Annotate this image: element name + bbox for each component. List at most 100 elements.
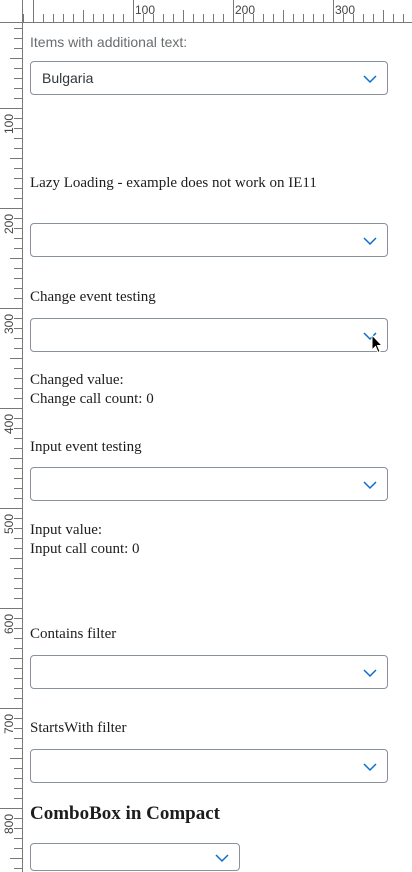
- ruler-tick: [14, 48, 22, 49]
- change-event-label: Change event testing: [30, 289, 156, 305]
- ruler-tick: [14, 748, 22, 749]
- ruler-label: 700: [2, 713, 16, 734]
- ruler-label: 100: [2, 113, 16, 134]
- ruler-tick: [403, 14, 404, 22]
- ruler-tick: [14, 98, 22, 99]
- ruler-label: 600: [2, 613, 16, 634]
- ruler-tick: [103, 14, 104, 22]
- ruler-tick: [213, 14, 214, 22]
- ruler-tick: [14, 288, 22, 289]
- mouse-pointer-icon: [371, 334, 383, 354]
- ruler-tick: [14, 378, 22, 379]
- ruler-tick: [133, 0, 134, 22]
- ruler-tick: [263, 14, 264, 22]
- ruler-tick: [14, 298, 22, 299]
- ruler-tick: [10, 458, 22, 459]
- ruler-tick: [14, 238, 22, 239]
- ruler-label: 500: [2, 513, 16, 534]
- chevron-down-icon[interactable]: [363, 666, 377, 680]
- change-event-combobox[interactable]: [30, 318, 388, 352]
- input-call-count: Input call count: 0: [30, 541, 140, 557]
- ruler-tick: [373, 14, 374, 22]
- ruler-top: 100 200 300: [0, 0, 412, 23]
- ruler-tick: [10, 658, 22, 659]
- chevron-down-icon[interactable]: [363, 760, 377, 774]
- ruler-tick: [363, 14, 364, 22]
- ruler-tick: [333, 0, 334, 22]
- ruler-tick: [14, 588, 22, 589]
- ruler-tick: [53, 14, 54, 22]
- ruler-label: 800: [2, 813, 16, 834]
- additional-text-combobox[interactable]: Bulgaria: [30, 61, 388, 95]
- ruler-tick: [193, 14, 194, 22]
- ruler-tick: [123, 14, 124, 22]
- ruler-tick: [14, 688, 22, 689]
- chevron-down-icon[interactable]: [363, 234, 377, 248]
- ruler-tick: [0, 708, 22, 709]
- ruler-tick: [14, 568, 22, 569]
- ruler-tick: [14, 468, 22, 469]
- ruler-tick: [233, 0, 234, 22]
- ruler-tick: [73, 14, 74, 22]
- ruler-tick: [393, 14, 394, 22]
- input-event-combobox[interactable]: [30, 467, 388, 501]
- ruler-tick: [0, 808, 22, 809]
- ruler-tick: [14, 368, 22, 369]
- ruler-tick: [63, 14, 64, 22]
- ruler-tick: [14, 78, 22, 79]
- ruler-tick: [14, 148, 22, 149]
- ruler-tick: [14, 648, 22, 649]
- ruler-tick: [0, 408, 22, 409]
- chevron-down-icon[interactable]: [363, 72, 377, 86]
- ruler-tick: [313, 14, 314, 22]
- ruler-tick: [14, 678, 22, 679]
- ruler-tick: [0, 108, 22, 109]
- ruler-tick: [14, 438, 22, 439]
- ruler-tick: [14, 448, 22, 449]
- ruler-tick: [14, 278, 22, 279]
- ruler-tick: [10, 858, 22, 859]
- ruler-tick: [14, 248, 22, 249]
- ruler-tick: [14, 838, 22, 839]
- contains-filter-combobox[interactable]: [30, 655, 388, 689]
- ruler-tick: [14, 88, 22, 89]
- ruler-tick: [14, 698, 22, 699]
- ruler-tick: [23, 14, 24, 22]
- ruler-tick: [10, 258, 22, 259]
- ruler-tick: [163, 14, 164, 22]
- ruler-tick: [14, 778, 22, 779]
- ruler-tick: [14, 738, 22, 739]
- ruler-tick: [14, 338, 22, 339]
- ruler-tick: [83, 10, 84, 22]
- compact-combobox[interactable]: [30, 843, 240, 871]
- chevron-down-icon[interactable]: [363, 478, 377, 492]
- ruler-tick: [14, 198, 22, 199]
- ruler-tick: [10, 358, 22, 359]
- change-call-count: Change call count: 0: [30, 391, 154, 407]
- lazy-loading-combobox[interactable]: [30, 223, 388, 257]
- ruler-tick: [14, 168, 22, 169]
- ruler-tick: [43, 14, 44, 22]
- ruler-tick: [14, 138, 22, 139]
- ruler-tick: [10, 758, 22, 759]
- ruler-tick: [14, 638, 22, 639]
- chevron-down-icon[interactable]: [215, 851, 229, 865]
- ruler-tick: [203, 14, 204, 22]
- ruler-tick: [14, 768, 22, 769]
- ruler-label: 300: [335, 3, 356, 17]
- ruler-tick: [14, 598, 22, 599]
- ruler-tick: [14, 788, 22, 789]
- startswith-filter-label: StartsWith filter: [30, 720, 127, 736]
- ruler-tick: [10, 58, 22, 59]
- ruler-tick: [183, 10, 184, 22]
- ruler-tick: [0, 208, 22, 209]
- ruler-tick: [14, 798, 22, 799]
- ruler-tick: [303, 14, 304, 22]
- lazy-loading-label: Lazy Loading - example does not work on …: [30, 175, 317, 191]
- ruler-tick: [10, 158, 22, 159]
- ruler-tick: [113, 14, 114, 22]
- ruler-corner: [0, 0, 23, 23]
- contains-filter-label: Contains filter: [30, 626, 117, 642]
- startswith-filter-combobox[interactable]: [30, 749, 388, 783]
- ruler-tick: [273, 14, 274, 22]
